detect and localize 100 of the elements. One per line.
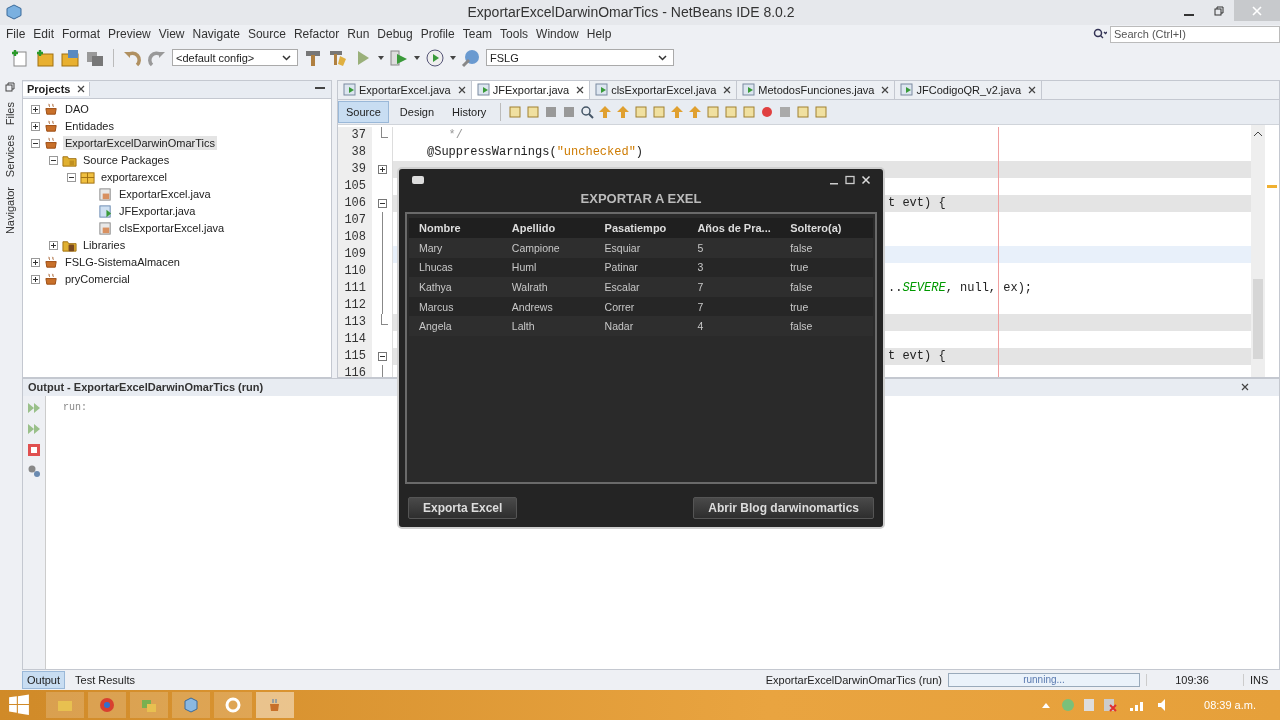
toggle-icon[interactable]: [49, 240, 58, 250]
fold-icon[interactable]: [377, 164, 387, 174]
menu-item[interactable]: Tools: [496, 27, 533, 42]
view-tab[interactable]: History: [445, 101, 494, 122]
tree-item[interactable]: clsExportarExcel.java: [117, 221, 227, 236]
menu-item[interactable]: Run: [343, 27, 374, 42]
restore-icon[interactable]: [5, 81, 15, 92]
square-icon[interactable]: [544, 104, 559, 119]
search-icon[interactable]: [1093, 28, 1107, 41]
tree-item[interactable]: JFExportar.java: [117, 204, 198, 219]
caret-icon[interactable]: [450, 55, 456, 60]
taskbar-app[interactable]: [172, 692, 210, 719]
toggle-icon[interactable]: [31, 257, 40, 267]
side-tab[interactable]: Services: [4, 134, 16, 178]
view-tab[interactable]: Design: [392, 101, 442, 122]
table-cell-text: Campione: [510, 241, 561, 254]
dialog-button[interactable]: Abrir Blog darwinomartics: [693, 497, 874, 519]
warning-mark[interactable]: [1267, 184, 1277, 188]
column-header[interactable]: Pasatiempo: [594, 222, 688, 234]
stop-icon[interactable]: [27, 442, 41, 457]
toggle-icon[interactable]: [31, 121, 40, 131]
menu-item[interactable]: Preview: [104, 27, 155, 42]
file-tab[interactable]: MetodosFunciones.java: [737, 80, 896, 99]
code-line: ..SEVERE, null, ex);: [888, 281, 1033, 296]
menu-item[interactable]: View: [154, 27, 189, 42]
search-field[interactable]: Search (Ctrl+I): [1110, 25, 1280, 43]
file-tab[interactable]: clsExportarExcel.java: [590, 80, 738, 99]
tree-item[interactable]: ExportarExcel.java: [117, 187, 213, 202]
tree-item[interactable]: DAO: [63, 102, 91, 117]
search-icon[interactable]: [580, 104, 595, 119]
close-icon[interactable]: [723, 85, 732, 94]
side-tab[interactable]: Files: [4, 101, 16, 125]
fold-icon[interactable]: [377, 198, 387, 208]
tree-item[interactable]: exportarexcel: [99, 170, 170, 185]
side-tab[interactable]: Navigator: [4, 187, 16, 235]
bottom-tab[interactable]: Output: [22, 671, 66, 690]
fold-icon[interactable]: [377, 351, 387, 361]
arrow-icon[interactable]: [688, 104, 703, 119]
close-icon[interactable]: [457, 85, 466, 94]
debug-icon[interactable]: [389, 47, 409, 68]
scrollbar-thumb[interactable]: [1253, 278, 1263, 359]
console-text: run:: [62, 400, 88, 415]
menu-item[interactable]: File: [2, 27, 30, 42]
caret-icon[interactable]: [414, 55, 420, 60]
new-project-icon[interactable]: [35, 47, 55, 68]
toggle-icon[interactable]: [31, 274, 40, 284]
toggle-icon[interactable]: [31, 138, 40, 148]
bottom-tab[interactable]: Test Results: [71, 672, 139, 689]
taskbar-app[interactable]: [88, 692, 126, 719]
new-file-icon[interactable]: [10, 47, 30, 68]
menu-item[interactable]: Team: [458, 27, 497, 42]
window-menu-icon[interactable]: [411, 175, 425, 185]
maximize-icon[interactable]: [845, 175, 855, 185]
arrow-icon[interactable]: [616, 104, 631, 119]
toggle-icon[interactable]: [31, 104, 40, 114]
close-icon[interactable]: [881, 85, 890, 94]
column-header[interactable]: Años de Pra...: [687, 222, 781, 234]
projects-tab[interactable]: Projects: [23, 82, 91, 97]
menu-item[interactable]: Help: [582, 27, 616, 42]
menu-item[interactable]: Refactor: [289, 27, 344, 42]
file-tab[interactable]: JFExportar.java: [471, 80, 591, 99]
project-dropdown[interactable]: FSLG: [486, 49, 674, 67]
menu-item[interactable]: Debug: [373, 27, 417, 42]
menu-item[interactable]: Profile: [416, 27, 459, 42]
file-tab[interactable]: ExportarExcel.java: [338, 80, 472, 99]
tree-item[interactable]: FSLG-SistemaAlmacen: [63, 255, 182, 270]
gauge-icon[interactable]: [425, 47, 445, 68]
close-icon[interactable]: [77, 85, 86, 94]
dialog-button[interactable]: Exporta Excel: [408, 497, 518, 519]
tree-item[interactable]: Libraries: [81, 238, 128, 253]
column-header[interactable]: Soltero(a): [780, 222, 873, 234]
menu-item[interactable]: Window: [532, 27, 583, 42]
close-icon[interactable]: [1241, 383, 1249, 392]
taskbar-app[interactable]: [256, 692, 294, 719]
close-icon: [1252, 5, 1262, 16]
windows-logo-icon[interactable]: [8, 694, 30, 717]
settings-icon[interactable]: [27, 463, 41, 478]
stop-icon[interactable]: [778, 104, 793, 119]
menu-item[interactable]: Edit: [29, 27, 59, 42]
caret-icon[interactable]: [378, 55, 384, 60]
record-icon[interactable]: [760, 104, 775, 119]
tree-item[interactable]: pryComercial: [63, 272, 132, 287]
menu-item[interactable]: Source: [243, 27, 290, 42]
open-project-icon[interactable]: [60, 47, 80, 68]
column-header[interactable]: Nombre: [409, 222, 502, 234]
tree-item[interactable]: Entidades: [63, 119, 116, 134]
toggle-icon[interactable]: [49, 155, 58, 165]
file-tab[interactable]: JFCodigoQR_v2.java: [895, 80, 1043, 99]
toggle-icon[interactable]: [67, 172, 76, 182]
close-icon[interactable]: [1028, 85, 1037, 94]
menu-item[interactable]: Format: [58, 27, 105, 42]
close-icon[interactable]: [576, 85, 585, 94]
tree-item[interactable]: ExportarExcelDarwinOmarTics: [63, 136, 217, 151]
tree-item[interactable]: Source Packages: [81, 153, 172, 168]
config-dropdown[interactable]: <default config>: [172, 49, 298, 67]
column-header[interactable]: Apellido: [501, 222, 595, 234]
menu-item[interactable]: Navigate: [188, 27, 244, 42]
view-tab[interactable]: Source: [338, 100, 389, 123]
taskbar-app[interactable]: [214, 692, 252, 719]
arrow-icon[interactable]: [670, 104, 685, 119]
